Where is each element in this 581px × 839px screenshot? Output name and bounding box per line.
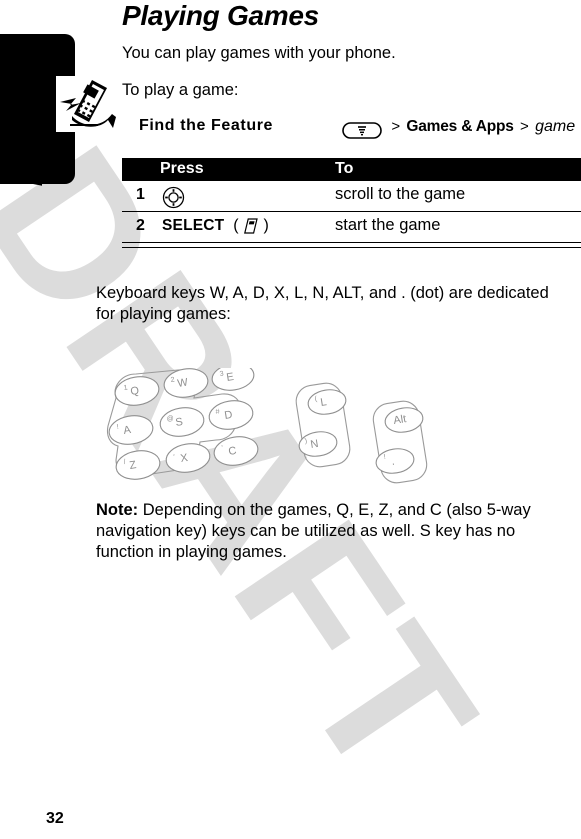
step-press-cell: SELECT ( ) — [162, 217, 269, 235]
find-the-feature-label: Find the Feature — [139, 117, 274, 134]
table-bottom-rule — [122, 243, 581, 248]
sidebar-chapter-label: Highlight Features — [27, 40, 46, 186]
phone-feature-icon — [56, 76, 122, 132]
keyboard-keys-paragraph: Keyboard keys W, A, D, X, L, N, ALT, and… — [96, 284, 549, 323]
page-title: Playing Games — [122, 0, 319, 31]
step-press-cell — [162, 186, 185, 209]
table-row: 2 SELECT ( ) start the game — [122, 212, 581, 243]
step-number: 1 — [136, 186, 145, 203]
key-dash-X[interactable]: - X — [164, 441, 212, 476]
keypad-keys-diagram-svg: .kout { fill:#ffffff; stroke:#8f8f8f; st… — [106, 363, 428, 484]
keypad-keys-diagram: .kout { fill:#ffffff; stroke:#8f8f8f; st… — [104, 363, 434, 498]
find-the-feature-path: > Games & Apps > game — [342, 118, 575, 140]
page-number: 32 — [46, 810, 64, 827]
step-action-text: start the game — [335, 216, 441, 234]
key-2W[interactable]: 2 W — [162, 368, 210, 400]
soft-key-icon-svg — [244, 218, 258, 234]
key-paren-L[interactable]: ( L — [306, 387, 347, 417]
navigation-key-icon-svg — [162, 186, 185, 209]
page-content: Playing Games You can play games with yo… — [0, 0, 581, 839]
step-number: 2 — [136, 217, 145, 234]
soft-key-select-label[interactable]: SELECT — [162, 217, 224, 234]
to-play-paragraph: To play a game: — [122, 81, 239, 99]
step-action-text: scroll to the game — [335, 185, 466, 203]
table-row: 1 scroll to the game — [122, 181, 581, 212]
key-1Q[interactable]: 1 Q — [113, 374, 161, 409]
path-separator-2: > — [519, 118, 529, 135]
menu-key-icon-svg — [342, 122, 382, 140]
intro-paragraph: You can play games with your phone. — [122, 44, 396, 62]
menu-item-games-and-apps[interactable]: Games & Apps — [406, 118, 513, 135]
key-paren-N[interactable]: ) N — [297, 429, 338, 459]
key-at-S[interactable]: @ S — [158, 405, 206, 440]
soft-key-paren-close: ) — [263, 217, 269, 235]
svg-text:Alt: Alt — [393, 413, 408, 427]
menu-item-game[interactable]: game — [535, 118, 575, 135]
note-paragraph: Note: Depending on the games, Q, E, Z, a… — [96, 500, 566, 563]
key-exclaim-A[interactable]: ! A — [107, 413, 155, 448]
soft-key-paren-open: ( — [228, 217, 239, 235]
note-body-text: Depending on the games, Q, E, Z, and C (… — [96, 501, 531, 561]
menu-key-icon[interactable] — [342, 122, 382, 140]
path-separator-1: > — [391, 118, 401, 135]
navigation-key-icon[interactable] — [162, 186, 185, 209]
table-header-row: Press To — [122, 158, 581, 181]
phone-icon-svg — [60, 80, 116, 128]
column-header-press: Press — [160, 160, 204, 177]
key-slash-Z[interactable]: / Z — [114, 448, 162, 483]
column-header-to: To — [335, 160, 354, 177]
svg-text:@: @ — [166, 415, 174, 423]
key-alt[interactable]: Alt — [383, 405, 424, 435]
find-the-feature-row: Find the Feature > Games & Apps > game — [122, 116, 581, 144]
key-dot[interactable]: ! . — [374, 446, 415, 476]
key-3E[interactable]: 3 E — [210, 363, 256, 393]
note-lead-label: Note: — [96, 501, 139, 519]
soft-key-icon[interactable] — [243, 217, 263, 234]
key-hash-D[interactable]: # D — [207, 398, 255, 433]
steps-table: Press To 1 scroll to the game 2 SELECT (… — [122, 158, 581, 248]
key-quote-C[interactable]: ' C — [212, 434, 260, 469]
